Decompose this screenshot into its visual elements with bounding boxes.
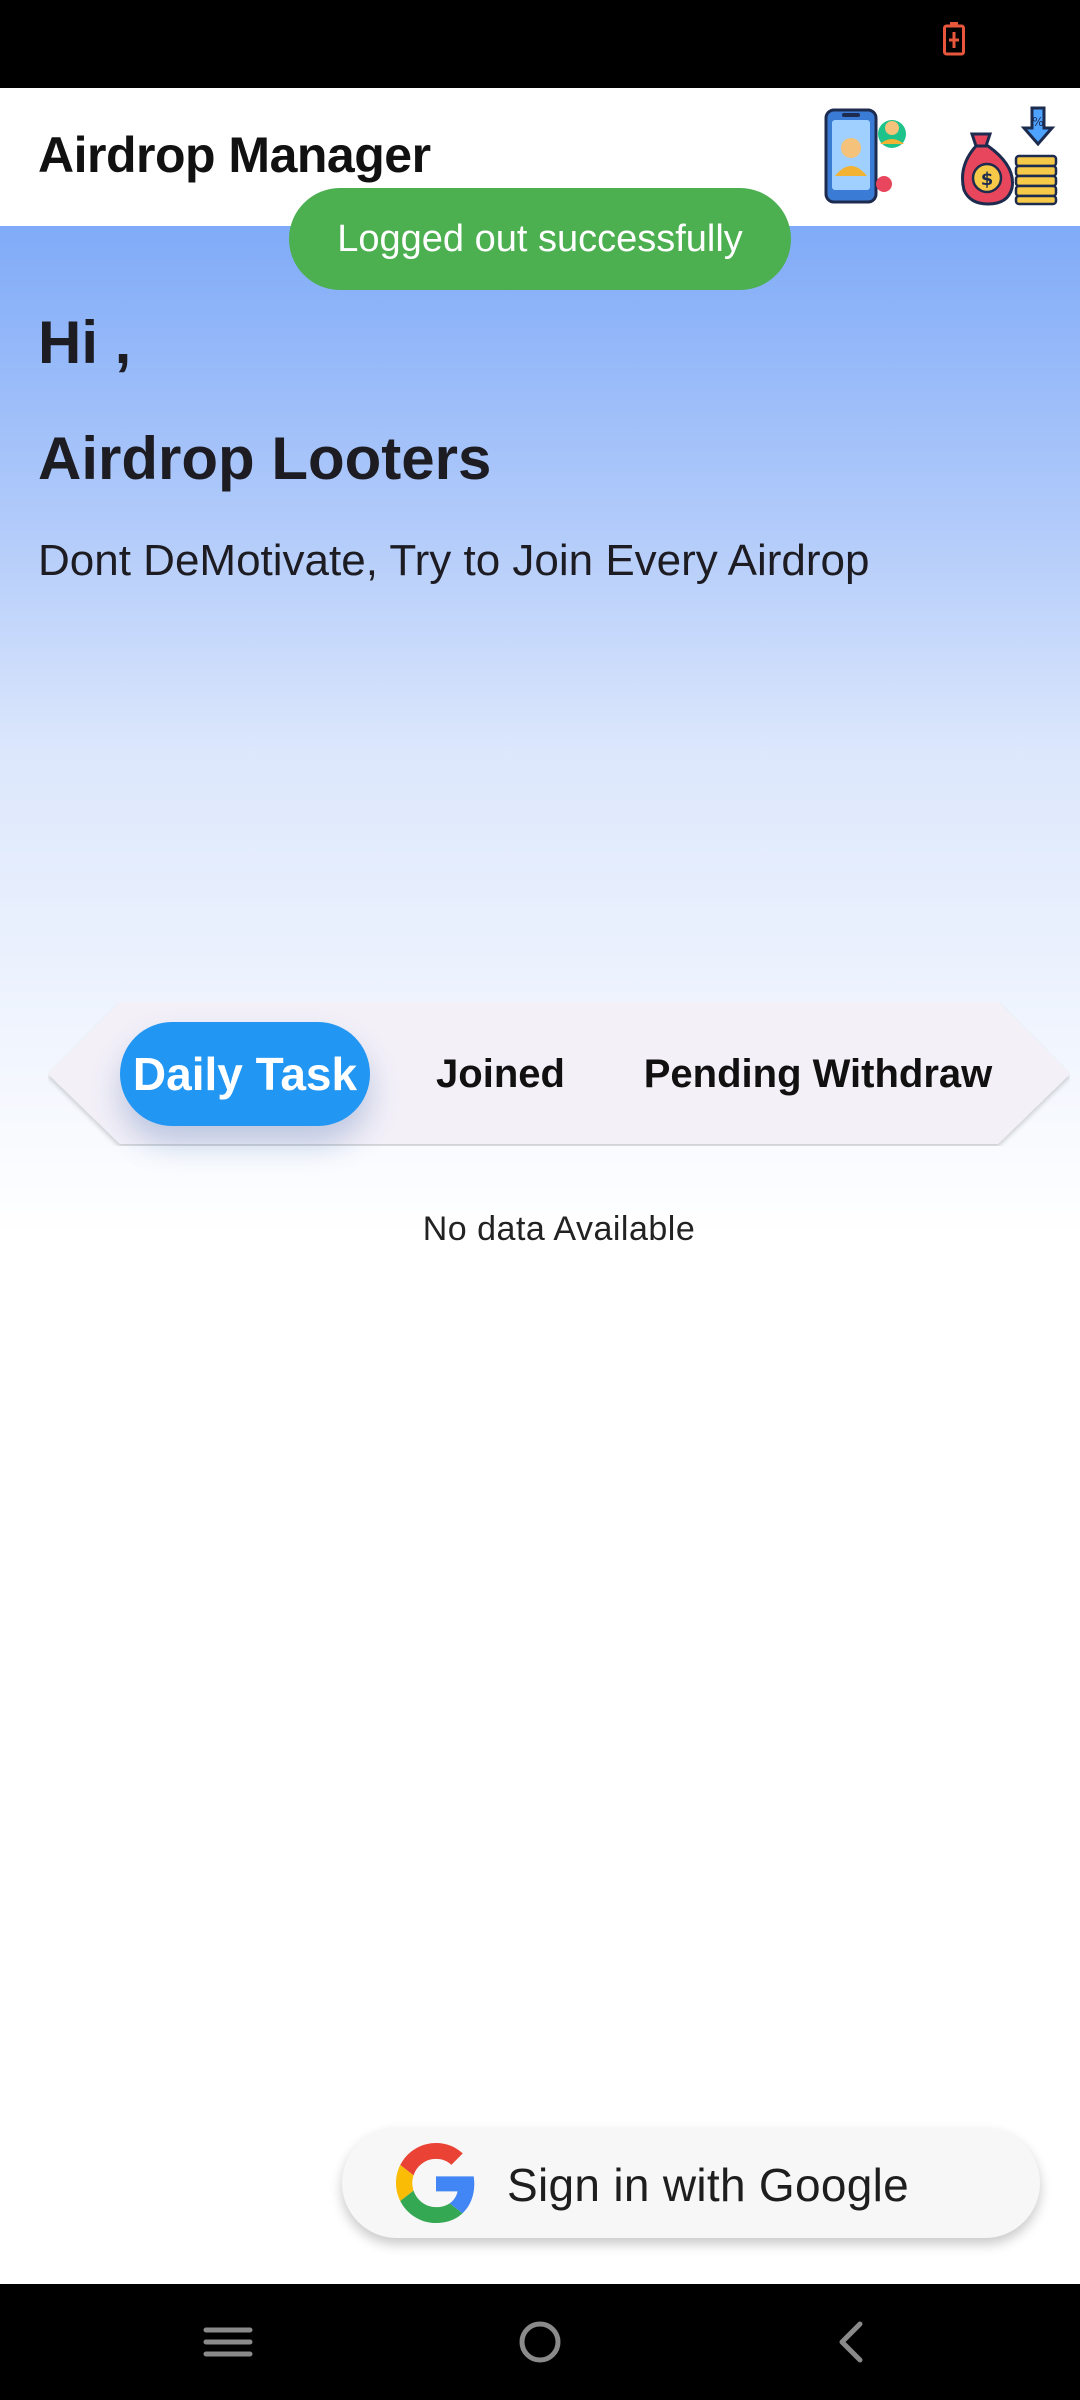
tab-pending-withdraw[interactable]: Pending Withdraw: [643, 1022, 993, 1126]
menu-icon[interactable]: [198, 2314, 258, 2370]
back-chevron-icon[interactable]: [820, 2314, 880, 2370]
battery-charging-icon: [943, 22, 965, 56]
google-sign-in-label: Sign in with Google: [507, 2159, 910, 2211]
tab-joined[interactable]: Joined: [418, 1022, 583, 1126]
tab-bar: Daily Task Joined Pending Withdraw: [48, 1002, 1070, 1146]
money-bag-coins-icon[interactable]: % $: [958, 106, 1060, 206]
navigation-bar: [0, 2284, 1080, 2400]
svg-text:$: $: [981, 169, 994, 190]
tagline-text: Dont DeMotivate, Try to Join Every Airdr…: [38, 536, 870, 585]
google-icon: [396, 2143, 475, 2223]
svg-text:%: %: [1032, 115, 1043, 129]
empty-state-text: No data Available: [422, 1210, 696, 1248]
status-bar: [0, 0, 1080, 88]
toast-message: Logged out successfully: [337, 217, 743, 260]
logout-toast: Logged out successfully: [289, 188, 791, 290]
google-sign-in-button[interactable]: Sign in with Google: [342, 2128, 1040, 2238]
greeting-text: Hi ,: [38, 309, 132, 376]
username-text: Airdrop Looters: [38, 425, 492, 492]
home-circle-icon[interactable]: [510, 2314, 570, 2370]
app-title: Airdrop Manager: [38, 127, 431, 183]
phone-user-icon[interactable]: [822, 108, 914, 204]
tab-daily-task[interactable]: Daily Task: [120, 1022, 370, 1126]
hero-section: Hi , Airdrop Looters Dont DeMotivate, Tr…: [0, 226, 1080, 1248]
